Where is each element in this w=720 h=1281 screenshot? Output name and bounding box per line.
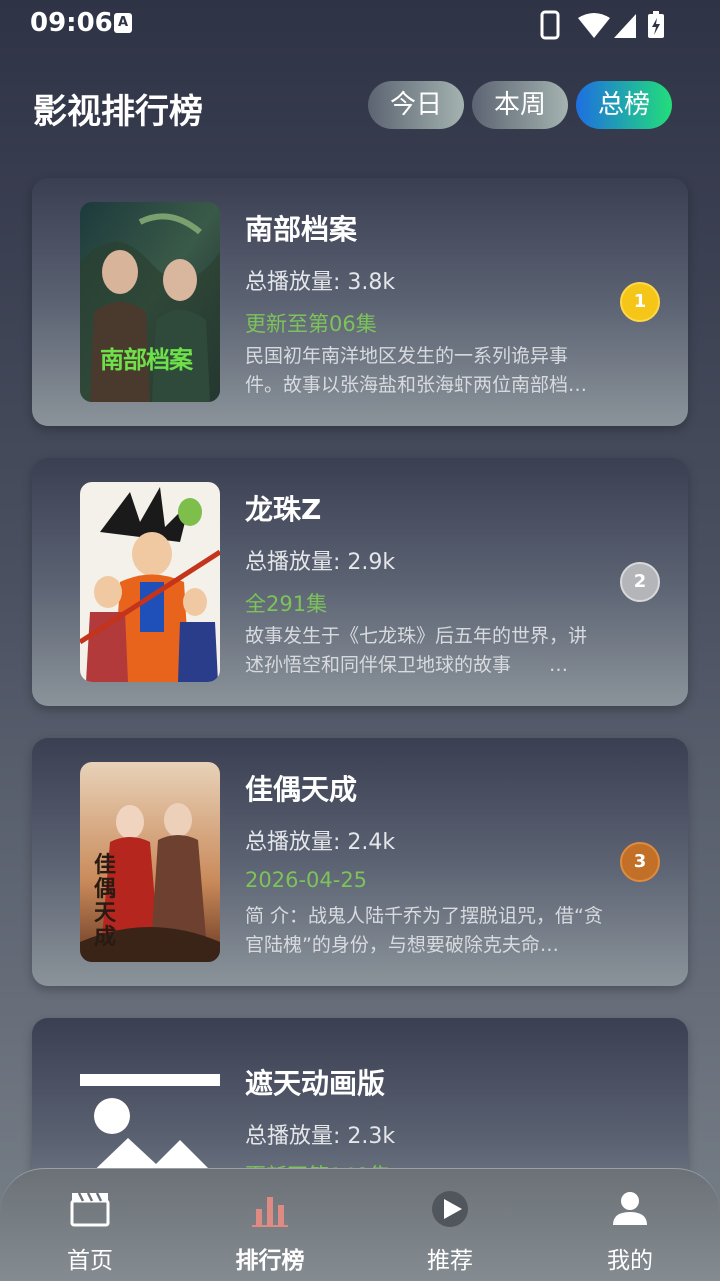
poster-image <box>80 482 220 682</box>
user-icon <box>613 1192 647 1225</box>
tab-week[interactable]: 本周 <box>472 81 568 129</box>
wifi-icon <box>578 13 610 38</box>
page-title: 影视排行榜 <box>33 92 203 132</box>
battery-icon <box>648 11 664 38</box>
rank-badge-silver: 2 <box>620 562 660 602</box>
signal-icon <box>614 14 636 38</box>
view-count: 总播放量: 3.8k <box>245 270 396 295</box>
status-time: 09:06 <box>30 8 113 38</box>
poster-image: 佳偶天成 <box>80 762 220 962</box>
play-icon <box>432 1191 468 1227</box>
bar-chart-icon <box>252 1197 288 1227</box>
card-description: 简 介：战鬼人陆千乔为了摆脱诅咒，借“贪官陆槐”的身份，与想要破除克夫命… <box>245 905 603 956</box>
nav-item-recommend[interactable]: 推荐 <box>360 1169 540 1281</box>
view-count: 总播放量: 2.4k <box>245 830 396 855</box>
rank-badge-gold: 1 <box>620 282 660 322</box>
status-bar: 09:06 A <box>0 0 720 48</box>
nav-label: 首页 <box>67 1248 113 1274</box>
poster-title-art: 佳偶天成 <box>94 853 117 950</box>
poster-title-art: 南部档案 <box>100 346 193 374</box>
nav-label: 推荐 <box>427 1248 473 1274</box>
tab-total[interactable]: 总榜 <box>576 81 672 129</box>
card-title: 佳偶天成 <box>245 773 358 806</box>
rank-badge-bronze: 3 <box>620 842 660 882</box>
update-status: 2026-04-25 <box>245 868 368 892</box>
update-status: 更新至第06集 <box>245 312 377 336</box>
nav-item-profile[interactable]: 我的 <box>540 1169 720 1281</box>
card-description: 民国初年南洋地区发生的一系列诡异事件。故事以张海盐和张海虾两位南部档案… <box>245 345 569 396</box>
card-title: 龙珠Z <box>245 493 322 526</box>
view-count: 总播放量: 2.3k <box>245 1124 396 1149</box>
tab-today[interactable]: 今日 <box>368 81 464 129</box>
poster-image: 南部档案 <box>80 202 220 402</box>
update-status: 全291集 <box>245 592 328 616</box>
nav-item-home[interactable]: 首页 <box>0 1169 180 1281</box>
view-count: 总播放量: 2.9k <box>245 550 396 575</box>
nav-item-ranking[interactable]: 排行榜 <box>180 1169 360 1281</box>
clapperboard-icon <box>70 1192 110 1227</box>
ranking-card[interactable]: 龙珠Z 总播放量: 2.9k 全291集 故事发生于《七龙珠》后五年的世界，讲述… <box>32 458 688 706</box>
status-icons <box>540 10 664 40</box>
nav-label: 排行榜 <box>235 1248 305 1274</box>
nav-label: 我的 <box>607 1248 653 1274</box>
ranking-card[interactable]: 佳偶天成 佳偶天成 总播放量: 2.4k 2026-04-25 简 介：战鬼人陆… <box>32 738 688 986</box>
ranking-card[interactable]: 南部档案 南部档案 总播放量: 3.8k 更新至第06集 民国初年南洋地区发生的… <box>32 178 688 426</box>
phone-icon <box>540 10 560 40</box>
accessibility-icon: A <box>114 13 132 33</box>
card-description: 故事发生于《七龙珠》后五年的世界，讲述孙悟空和同伴保卫地球的故事 … <box>245 625 588 676</box>
card-title: 遮天动画版 <box>245 1067 386 1100</box>
header: 影视排行榜 今日 本周 总榜 <box>0 70 720 140</box>
bottom-nav: 首页 排行榜 推荐 我的 <box>0 1168 720 1281</box>
card-title: 南部档案 <box>245 213 358 246</box>
